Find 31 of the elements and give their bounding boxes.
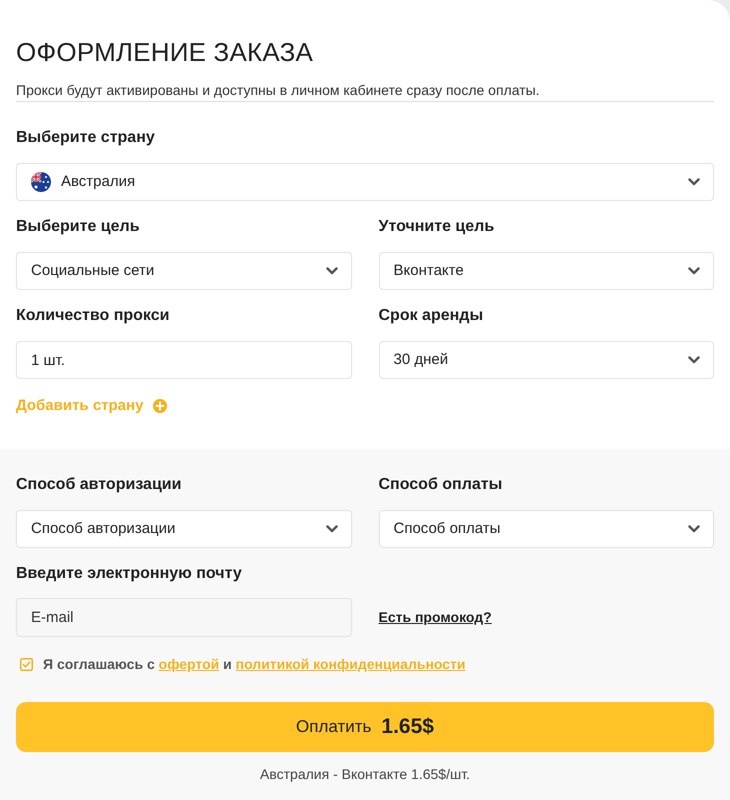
pay-button[interactable]: Оплатить 1.65$: [16, 702, 714, 752]
promo-code-link[interactable]: Есть промокод?: [378, 607, 492, 627]
field-label: Введите электронную почту: [16, 564, 243, 584]
page-title: ОФОРМЛЕНИЕ ЗАКАЗА: [16, 36, 314, 68]
subtitle-text: Прокси будут активированы и доступны в личном кабинете сразу после оплаты.: [16, 80, 714, 102]
field-label: Выберите страну: [16, 128, 156, 148]
order-summary-text: Австралия - Вконтакте 1.65$/шт.: [259, 765, 471, 784]
checkbox[interactable]: [20, 658, 33, 670]
agreement-text: Я соглашаюсь с офертой и политикой конфиденциальности: [43, 655, 466, 674]
field-label: Уточните цель: [378, 217, 496, 237]
chevron-down-icon: [326, 267, 338, 275]
field-label: Количество прокси: [16, 306, 170, 326]
order-dropdown[interactable]: Социальные сети: [16, 252, 352, 290]
country-dropdown[interactable]: Австралия: [16, 163, 714, 201]
field-label: Выберите цель: [16, 217, 141, 237]
chevron-down-icon: [326, 525, 338, 533]
field-label: Способ авторизации: [16, 475, 182, 495]
order-input[interactable]: 1 шт.: [16, 341, 352, 379]
field-label: Способ оплаты: [378, 475, 504, 495]
chevron-down-icon: [688, 178, 700, 186]
email-input[interactable]: E-mail: [16, 598, 352, 637]
chevron-down-icon: [688, 525, 700, 533]
payment-dropdown[interactable]: Способ оплаты: [378, 510, 714, 548]
field-label: Срок аренды: [378, 306, 484, 326]
order-dropdown[interactable]: Вконтакте: [378, 252, 714, 290]
order-dropdown[interactable]: 30 дней: [378, 341, 714, 379]
chevron-down-icon: [688, 267, 700, 275]
payment-dropdown[interactable]: Способ авторизации: [16, 510, 352, 548]
flag-icon: [31, 172, 51, 192]
plus-circle-icon: [153, 399, 168, 413]
chevron-down-icon: [688, 356, 700, 364]
